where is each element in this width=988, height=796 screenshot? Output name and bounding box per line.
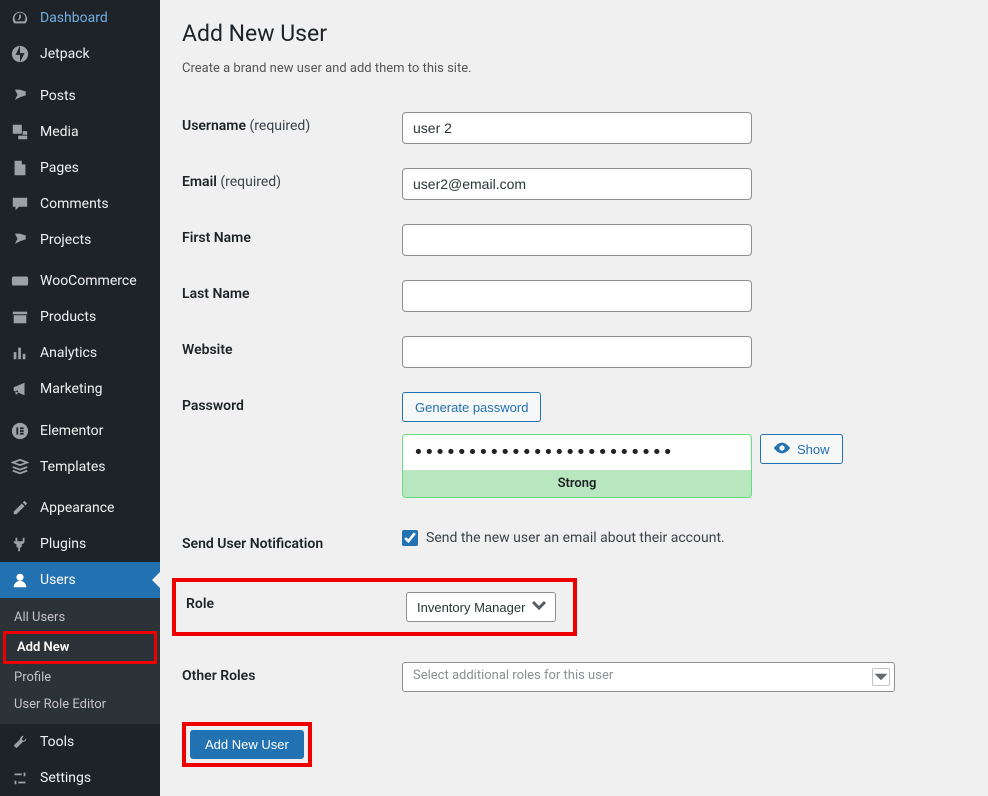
sidebar-item-label: Analytics <box>40 345 97 361</box>
submenu-all-users[interactable]: All Users <box>0 604 160 631</box>
show-password-button[interactable]: Show <box>760 434 843 464</box>
sidebar-item-elementor[interactable]: Elementor <box>0 413 160 449</box>
website-label: Website <box>182 336 402 358</box>
sidebar-item-analytics[interactable]: Analytics <box>0 335 160 371</box>
templates-icon <box>10 457 30 477</box>
sidebar-item-label: Settings <box>40 770 91 786</box>
firstname-label: First Name <box>182 224 402 246</box>
lastname-label: Last Name <box>182 280 402 302</box>
sidebar-item-label: Posts <box>40 88 76 104</box>
products-icon <box>10 307 30 327</box>
email-input[interactable] <box>402 168 752 200</box>
elementor-icon <box>10 421 30 441</box>
notification-text[interactable]: Send the new user an email about their a… <box>426 530 725 546</box>
sidebar-item-plugins[interactable]: Plugins <box>0 526 160 562</box>
role-label: Role <box>176 592 406 622</box>
page-description: Create a brand new user and add them to … <box>182 61 966 76</box>
username-label: Username (required) <box>182 112 402 134</box>
settings-icon <box>10 768 30 788</box>
sidebar-item-dashboard[interactable]: Dashboard <box>0 0 160 36</box>
sidebar-item-media[interactable]: Media <box>0 114 160 150</box>
plugins-icon <box>10 534 30 554</box>
sidebar-item-label: Templates <box>40 459 106 475</box>
pin-icon <box>10 86 30 106</box>
sidebar-item-label: Media <box>40 124 79 140</box>
other-roles-label: Other Roles <box>182 662 402 684</box>
page-title: Add New User <box>182 20 966 47</box>
sidebar-item-label: Marketing <box>40 381 103 397</box>
sidebar-item-label: Users <box>40 572 76 588</box>
username-input[interactable] <box>402 112 752 144</box>
website-input[interactable] <box>402 336 752 368</box>
media-icon <box>10 122 30 142</box>
sidebar-item-tools[interactable]: Tools <box>0 724 160 760</box>
users-submenu: All Users Add New Profile User Role Edit… <box>0 598 160 724</box>
sidebar-item-label: Tools <box>40 734 74 750</box>
sidebar-item-label: Plugins <box>40 536 86 552</box>
appearance-icon <box>10 498 30 518</box>
comments-icon <box>10 194 30 214</box>
sidebar-item-label: Appearance <box>40 500 114 516</box>
other-roles-select[interactable]: Select additional roles for this user <box>402 662 895 692</box>
role-row-highlight: Role Inventory Manager <box>172 578 577 636</box>
sidebar-item-appearance[interactable]: Appearance <box>0 490 160 526</box>
password-label: Password <box>182 392 402 414</box>
tools-icon <box>10 732 30 752</box>
generate-password-button[interactable]: Generate password <box>402 392 541 422</box>
sidebar-item-products[interactable]: Products <box>0 299 160 335</box>
sidebar-item-label: Projects <box>40 232 91 248</box>
sidebar-item-label: Pages <box>40 160 79 176</box>
submenu-add-new[interactable]: Add New <box>3 631 157 664</box>
jetpack-icon <box>10 44 30 64</box>
sidebar-item-projects[interactable]: Projects <box>0 222 160 258</box>
pages-icon <box>10 158 30 178</box>
password-display[interactable]: •••••••••••••••••••••••• <box>402 434 752 470</box>
sidebar-item-users[interactable]: Users <box>0 562 160 598</box>
sidebar-item-woocommerce[interactable]: WooCommerce <box>0 263 160 299</box>
sidebar-item-label: Jetpack <box>40 46 90 62</box>
sidebar-item-comments[interactable]: Comments <box>0 186 160 222</box>
sidebar-item-marketing[interactable]: Marketing <box>0 371 160 407</box>
analytics-icon <box>10 343 30 363</box>
submenu-profile[interactable]: Profile <box>0 664 160 691</box>
submenu-user-role-editor[interactable]: User Role Editor <box>0 691 160 718</box>
users-icon <box>10 570 30 590</box>
sidebar-item-jetpack[interactable]: Jetpack <box>0 36 160 72</box>
firstname-input[interactable] <box>402 224 752 256</box>
main-content: Add New User Create a brand new user and… <box>160 0 988 796</box>
sidebar-item-label: Products <box>40 309 96 325</box>
notification-checkbox[interactable] <box>402 530 418 546</box>
sidebar-item-settings[interactable]: Settings <box>0 760 160 796</box>
email-label: Email (required) <box>182 168 402 190</box>
sidebar-item-label: Comments <box>40 196 109 212</box>
woo-icon <box>10 271 30 291</box>
sidebar-item-label: Dashboard <box>40 10 108 26</box>
admin-sidebar: Dashboard Jetpack Posts Media Pages Comm… <box>0 0 160 796</box>
eye-icon <box>773 439 791 460</box>
role-select[interactable]: Inventory Manager <box>406 592 556 622</box>
sidebar-item-pages[interactable]: Pages <box>0 150 160 186</box>
submit-highlight: Add New User <box>182 722 312 767</box>
sidebar-item-label: WooCommerce <box>40 273 137 289</box>
pin-icon <box>10 230 30 250</box>
sidebar-item-label: Elementor <box>40 423 103 439</box>
sidebar-item-templates[interactable]: Templates <box>0 449 160 485</box>
dashboard-icon <box>10 8 30 28</box>
password-strength: Strong <box>402 470 752 498</box>
add-new-user-button[interactable]: Add New User <box>190 730 304 759</box>
sidebar-item-posts[interactable]: Posts <box>0 78 160 114</box>
notification-label: Send User Notification <box>182 530 402 552</box>
lastname-input[interactable] <box>402 280 752 312</box>
marketing-icon <box>10 379 30 399</box>
